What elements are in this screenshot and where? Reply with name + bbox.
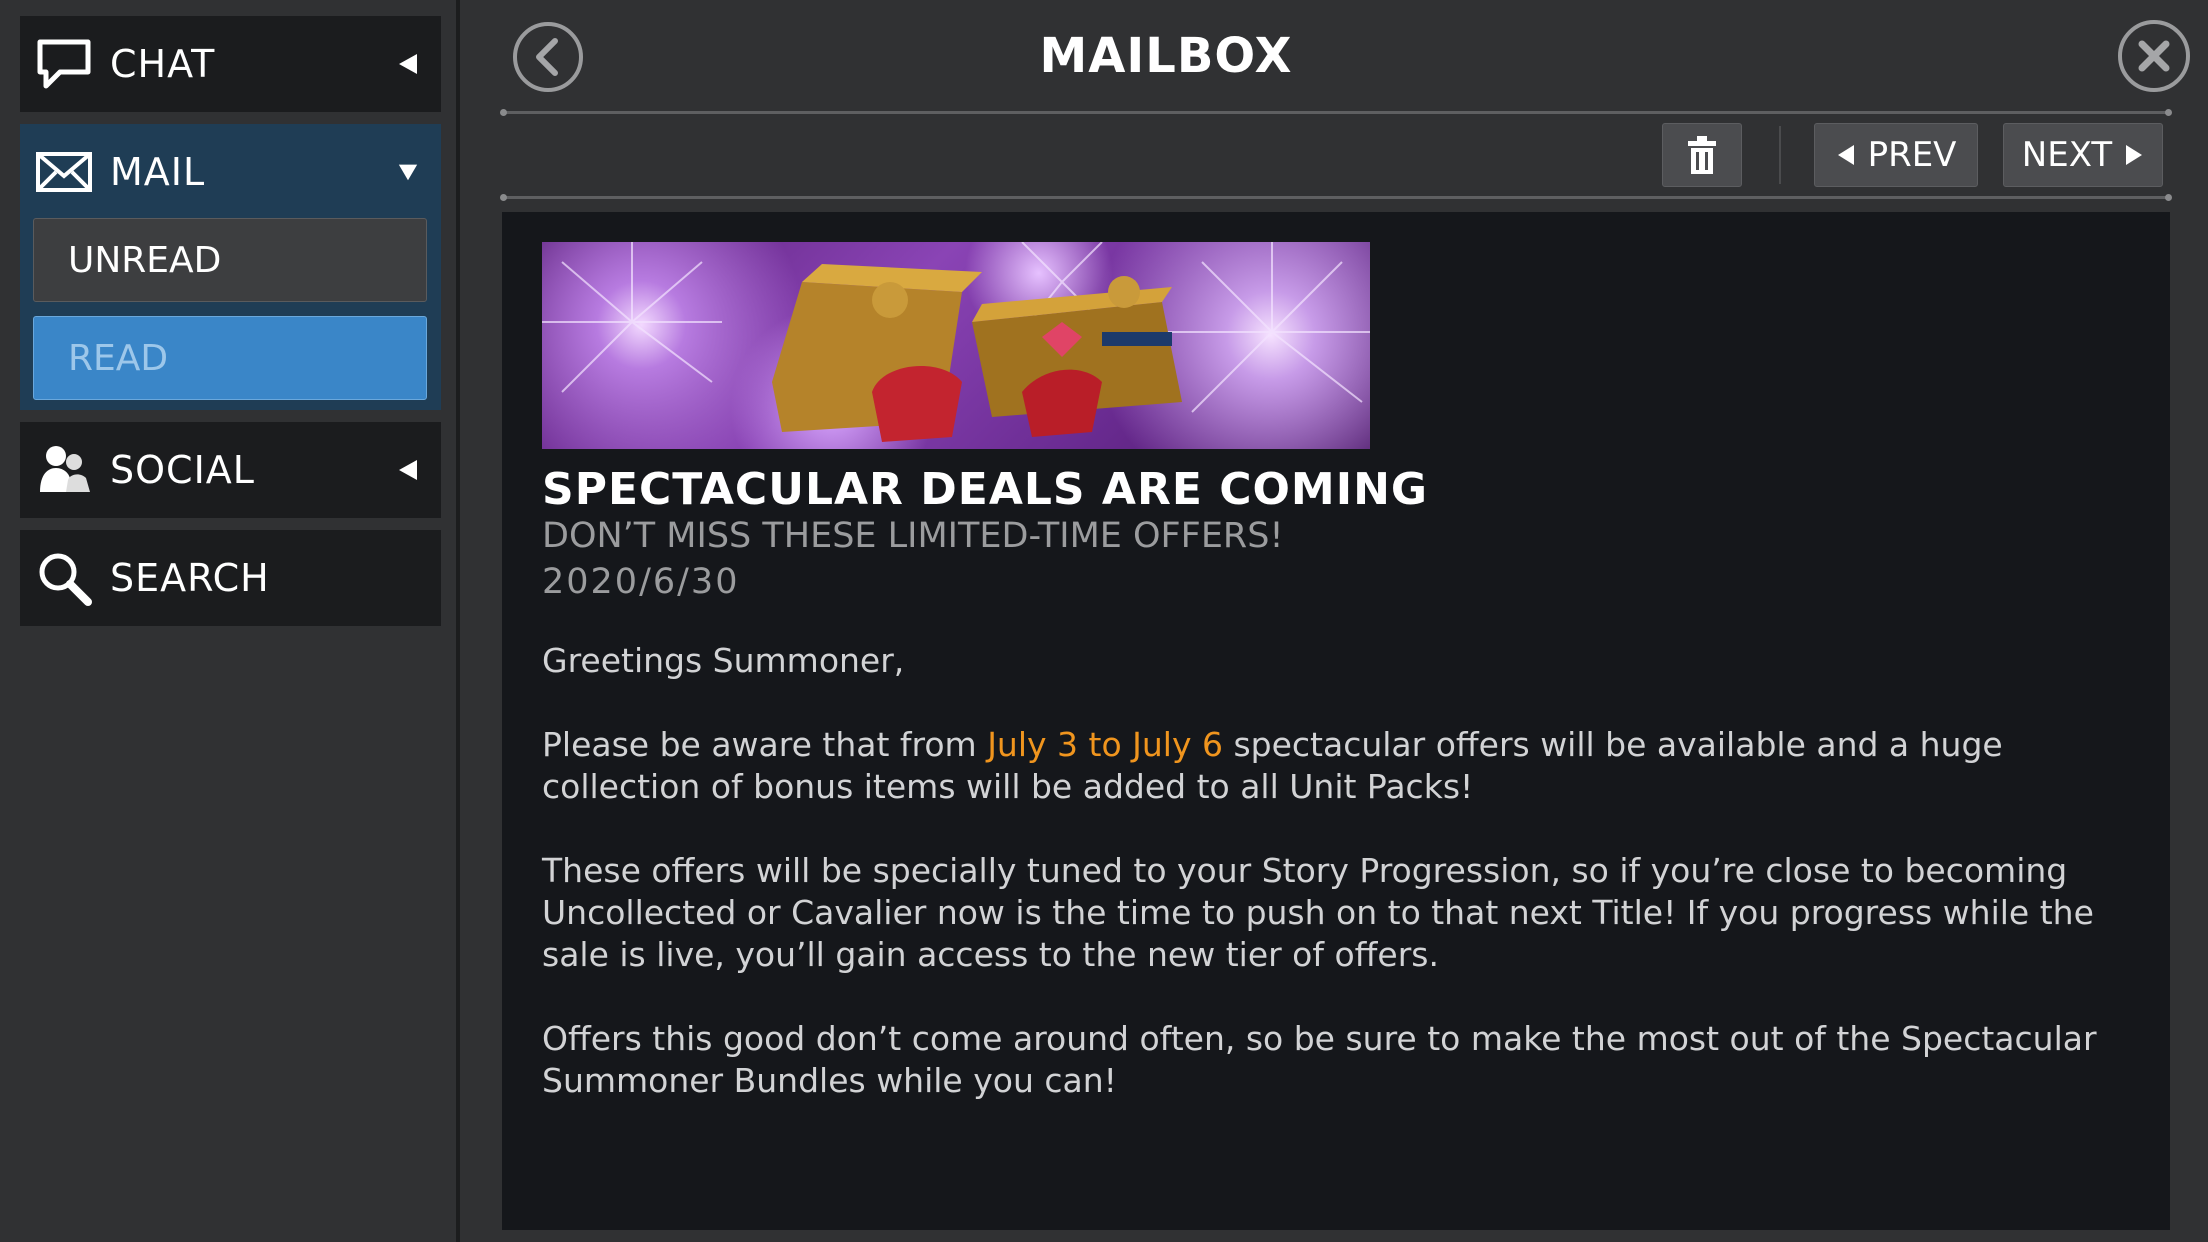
speech-bubble-icon xyxy=(37,39,91,89)
message-greeting: Greetings Summoner, xyxy=(542,641,905,680)
chevron-left-icon xyxy=(536,38,558,76)
next-label: NEXT xyxy=(2021,135,2113,175)
back-button[interactable] xyxy=(513,22,583,92)
toolbar-separator xyxy=(1779,126,1781,184)
message-body: Greetings Summoner, Please be aware that… xyxy=(542,640,2142,1144)
sidebar-item-chat[interactable]: CHAT xyxy=(20,16,441,112)
mail-filter-read[interactable]: READ xyxy=(33,316,427,400)
message-paragraph: Please be aware that from July 3 to July… xyxy=(542,724,2142,808)
triangle-right-icon xyxy=(2126,145,2143,165)
prev-button[interactable]: PREV xyxy=(1814,123,1978,187)
message-paragraph: These offers will be specially tuned to … xyxy=(542,851,2094,974)
message-date: 2020/6/30 xyxy=(542,562,740,602)
fireworks-treasure-illustration xyxy=(542,242,1370,442)
sidebar-item-label: MAIL xyxy=(110,150,206,194)
message-banner-image xyxy=(542,242,1370,449)
delete-button[interactable] xyxy=(1662,123,1742,187)
mail-filter-unread[interactable]: UNREAD xyxy=(33,218,427,302)
text-span: Please be aware that from xyxy=(542,725,988,764)
divider xyxy=(500,109,2172,116)
sidebar: CHAT MAIL UNREAD READ SOCIAL SEARCH xyxy=(0,0,460,1242)
close-button[interactable] xyxy=(2118,20,2190,92)
prev-label: PREV xyxy=(1867,135,1957,175)
chevron-left-icon xyxy=(399,460,417,480)
message-panel: SPECTACULAR DEALS ARE COMING DON’T MISS … xyxy=(502,212,2170,1230)
message-paragraph: Offers this good don’t come around often… xyxy=(542,1019,2097,1100)
people-icon xyxy=(40,446,90,492)
close-icon xyxy=(2138,40,2170,72)
trash-icon xyxy=(1688,136,1716,174)
triangle-left-icon xyxy=(1837,145,1854,165)
chevron-left-icon xyxy=(399,54,417,74)
divider xyxy=(500,194,2172,201)
magnifier-icon xyxy=(39,553,92,606)
sidebar-item-social[interactable]: SOCIAL xyxy=(20,422,441,518)
sidebar-item-search[interactable]: SEARCH xyxy=(20,530,441,626)
chevron-down-icon xyxy=(398,164,418,181)
highlighted-dates: July 3 to July 6 xyxy=(987,725,1223,764)
message-subtitle: DON’T MISS THESE LIMITED-TIME OFFERS! xyxy=(542,516,1284,556)
next-button[interactable]: NEXT xyxy=(2003,123,2163,187)
message-title: SPECTACULAR DEALS ARE COMING xyxy=(542,464,1429,515)
envelope-icon xyxy=(36,152,92,192)
mail-group: MAIL UNREAD READ xyxy=(20,124,441,410)
sidebar-item-mail[interactable]: MAIL xyxy=(20,124,441,220)
sidebar-item-label: CHAT xyxy=(110,42,216,86)
sidebar-item-label: SOCIAL xyxy=(110,448,255,492)
sidebar-item-label: SEARCH xyxy=(110,556,270,600)
page-title: MAILBOX xyxy=(1039,28,1293,84)
